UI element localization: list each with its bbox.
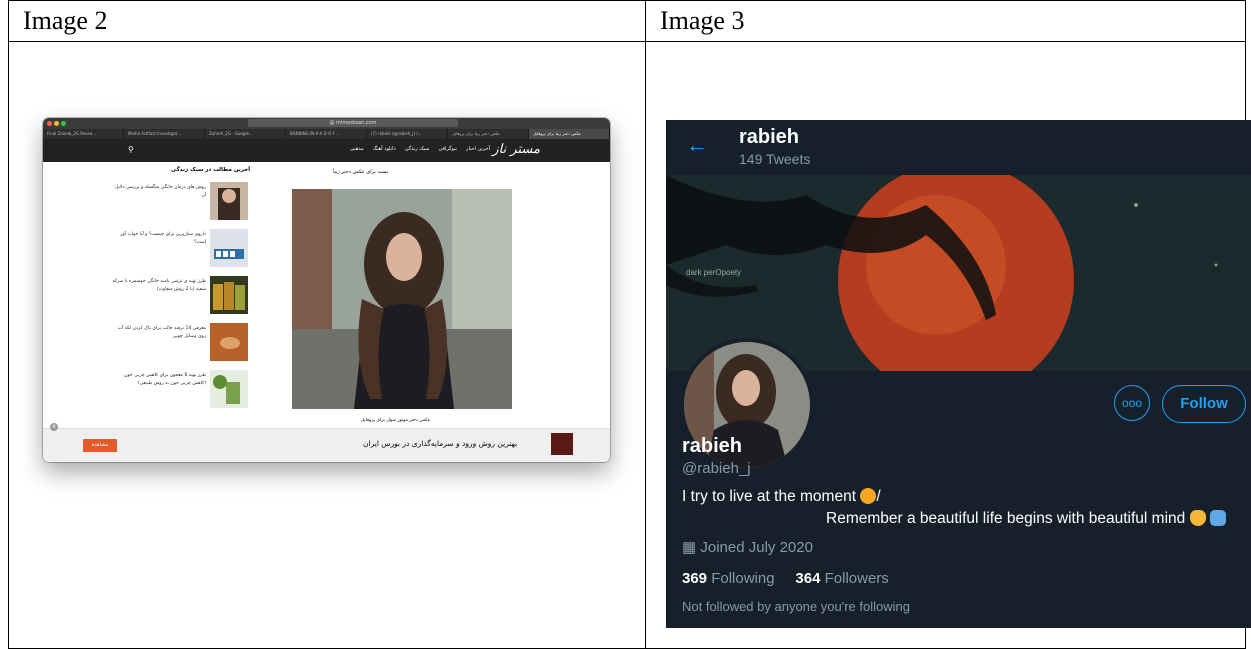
sidebar-title: آخرین مطالب در سبک زندگی [171,167,251,173]
search-icon[interactable]: ⚲ [128,145,134,154]
tweet-count: 149 Tweets [739,151,811,167]
maximize-window-icon[interactable] [61,121,66,126]
sidebar-thumbnail [210,229,248,267]
sidebar-item[interactable]: داروی مینازپرین برای چیست؟ و آیا خواب آو… [103,229,248,271]
minimize-window-icon[interactable] [54,121,59,126]
followers-count: 364 [795,570,821,587]
follow-button[interactable]: Follow [1162,385,1246,423]
sidebar-item-text: طرز تهیه ی ترشی نامیه خانگی خوشمزه با سر… [112,279,206,292]
browser-window: @ mimestaan.com Final Zainab_2G Resea...… [43,118,610,462]
bio-line-2: Remember a beautiful life begins with be… [826,510,1226,528]
joined-text: Joined July 2020 [700,539,813,556]
sidebar-item-text: داروی مینازپرین برای چیست؟ و آیا خواب آو… [120,232,206,245]
nav-item[interactable]: آخرین اخبار [466,146,490,152]
ad-banner: x مشاهده بهترین روش ورود و سرمایه‌گذاری … [43,423,610,462]
sidebar-thumbnail [210,182,248,220]
post-photo [292,189,512,409]
browser-tab[interactable]: Zohreh_2G - Google... [205,129,286,139]
sidebar-item[interactable]: طرز تهیه 6 معجون برای کاهش چربی خون (کاه… [103,370,248,412]
browser-tab[interactable]: Media Artifact Investigat... [124,129,205,139]
bio-line-1-suffix: / [876,488,881,505]
left-header-cell: Image 2 [8,0,646,42]
photo-caption: عکس دختر موتور سوار برای پروفایل [361,418,431,423]
profile-handle: @rabieh_j [682,460,751,477]
site-nav-items: مذهبی دانلود آهنگ سبک زندگی بیوگرافی آخر… [350,146,490,152]
calendar-icon: ▦ [682,539,697,556]
follow-stats: 369 Following 364 Followers [682,570,889,587]
nav-item[interactable]: مذهبی [350,146,364,152]
sidebar-item-text: معرفی 14 ترفند جالب برای پاک کردن لکه آب… [117,326,206,339]
nav-item[interactable]: سبک زندگی [405,146,430,152]
browser-tab[interactable]: BANNING IN H A D O F ... [286,129,367,139]
browser-tab[interactable]: Final Zainab_2G Resea... [43,129,124,139]
right-header: Image 3 [660,6,745,35]
butterfly-icon [1209,510,1226,526]
view-button[interactable]: مشاهده [83,439,117,452]
following-count: 369 [682,570,708,587]
browser-tabs: Final Zainab_2G Resea... Media Artifact … [43,129,610,139]
right-header-cell: Image 3 [645,0,1246,42]
address-bar[interactable]: @ mimestaan.com [248,119,458,127]
right-image-cell: ← rabieh 149 Tweets dark perOpoety ooo F… [645,41,1251,649]
profile-name: rabieh [682,435,743,457]
nav-item[interactable]: دانلود آهنگ [373,146,396,152]
sidebar-thumbnail [210,370,248,408]
bio-line-1: I try to live at the moment / [682,488,881,506]
browser-tab-active[interactable]: عکس دختر زیبا برای پروفایل [529,129,610,139]
bio-line-2-text: Remember a beautiful life begins with be… [826,510,1186,527]
joined-date: ▦ Joined July 2020 [682,538,813,556]
nav-item[interactable]: بیوگرافی [438,146,457,152]
header-name: rabieh [739,126,800,148]
banner-text[interactable]: بهترین روش ورود و سرمایه‌گذاری در بورس ا… [363,439,517,448]
followers-label: Followers [824,570,889,587]
browser-tab[interactable]: (7) rabieh (@rabieh_j) /... [367,129,448,139]
site-navbar: ⚲ مذهبی دانلود آهنگ سبک زندگی بیوگرافی آ… [43,139,610,162]
sidebar-item[interactable]: معرفی 14 ترفند جالب برای پاک کردن لکه آب… [103,323,248,365]
left-image-cell: @ mimestaan.com Final Zainab_2G Resea...… [8,41,646,649]
upside-down-face-icon [860,488,877,504]
banner-thumbnail [551,433,573,455]
ok-hand-icon [1189,510,1206,526]
twitter-profile: ← rabieh 149 Tweets dark perOpoety ooo F… [666,120,1251,628]
browser-titlebar: @ mimestaan.com [43,118,610,129]
not-followed-note: Not followed by anyone you're following [682,599,910,614]
document-table: Image 2 Image 3 @ mimestaan.com Final Za… [8,0,1251,649]
sidebar-item-text: روش های درمان خانگی منگسله و بررسی دلایل… [115,185,206,198]
post-title: پست برای عکس دختر زیبا [333,169,389,175]
banner-watermark: dark perOpoety [686,268,741,277]
sidebar-thumbnail [210,276,248,314]
following-link[interactable]: 369 Following [682,570,775,587]
arrow-left-icon[interactable]: ← [686,132,708,158]
sidebar-item-text: طرز تهیه 6 معجون برای کاهش چربی خون (کاه… [124,373,206,386]
sidebar-thumbnail [210,323,248,361]
profile-header: ← rabieh 149 Tweets [666,120,1251,175]
close-icon[interactable]: x [50,423,58,431]
page-content: آخرین مطالب در سبک زندگی روش های درمان خ… [43,162,610,462]
sidebar-item[interactable]: طرز تهیه ی ترشی نامیه خانگی خوشمزه با سر… [103,276,248,318]
followers-link[interactable]: 364 Followers [795,570,888,587]
sidebar-item[interactable]: روش های درمان خانگی منگسله و بررسی دلایل… [103,182,248,224]
close-window-icon[interactable] [47,121,52,126]
more-options-button[interactable]: ooo [1114,385,1150,421]
left-header: Image 2 [23,6,108,35]
bio-line-1-text: I try to live at the moment [682,488,857,505]
browser-tab[interactable]: عکس دختر زیبا برای پروفایل [448,129,529,139]
site-logo[interactable]: مستر ناز [492,142,540,157]
following-label: Following [711,570,775,587]
